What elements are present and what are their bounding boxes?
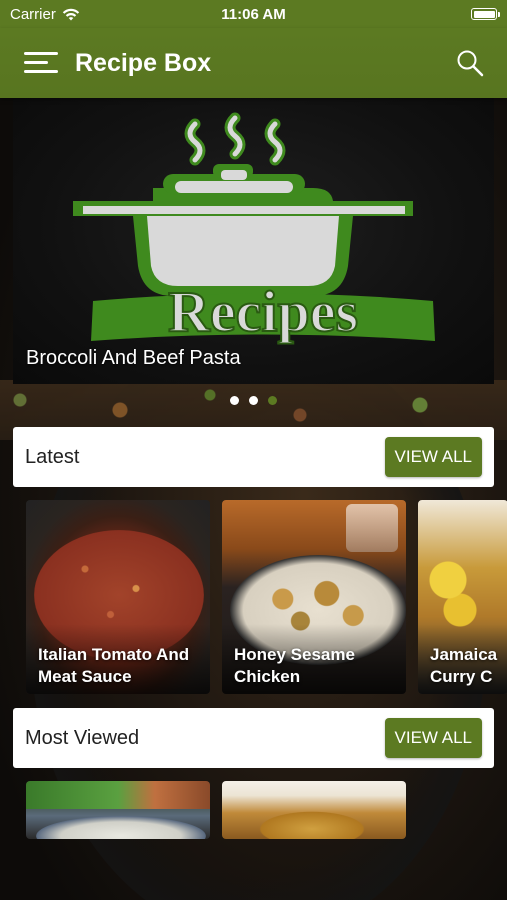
status-bar: Carrier 11:06 AM (0, 0, 507, 28)
menu-icon[interactable] (24, 50, 58, 76)
app-bar: Recipe Box (0, 28, 507, 98)
most-viewed-title: Most Viewed (25, 726, 140, 749)
slider-dots (0, 396, 507, 405)
slider-dot-active[interactable] (268, 396, 277, 405)
slider-dot[interactable] (230, 396, 239, 405)
search-icon[interactable] (455, 48, 485, 78)
carrier-label: Carrier (10, 5, 56, 23)
recipe-card-title: Honey Sesame Chicken (234, 645, 355, 686)
latest-title: Latest (25, 445, 80, 468)
hero-slider[interactable]: Recipes Broccoli And Beef Pasta (13, 98, 494, 384)
slider-dot[interactable] (249, 396, 258, 405)
recipe-card-title: Italian Tomato And Meat Sauce (38, 645, 190, 686)
logo-text: Recipes (168, 279, 358, 344)
wifi-icon (62, 8, 80, 20)
recipes-logo: Recipes (73, 112, 435, 345)
recipe-card[interactable] (26, 781, 210, 839)
latest-recipes-row: Italian Tomato And Meat Sauce Honey Sesa… (26, 500, 507, 694)
latest-section-header: Latest VIEW ALL (13, 427, 494, 487)
most-viewed-view-all-button[interactable]: VIEW ALL (384, 718, 482, 758)
recipe-card[interactable]: Italian Tomato And Meat Sauce (26, 500, 210, 694)
status-left: Carrier (10, 6, 80, 23)
app-title: Recipe Box (75, 48, 212, 77)
recipe-card[interactable]: Jamaica Curry C (418, 500, 507, 694)
recipe-card[interactable]: Honey Sesame Chicken (222, 500, 406, 694)
most-viewed-section-header: Most Viewed VIEW ALL (13, 708, 494, 768)
battery-icon (471, 8, 500, 20)
most-viewed-recipes-row (26, 781, 507, 839)
recipe-card-title: Jamaica Curry C (430, 645, 498, 686)
latest-view-all-button[interactable]: VIEW ALL (384, 437, 482, 477)
recipe-card[interactable] (222, 781, 406, 839)
hero-caption: Broccoli And Beef Pasta (26, 347, 241, 369)
